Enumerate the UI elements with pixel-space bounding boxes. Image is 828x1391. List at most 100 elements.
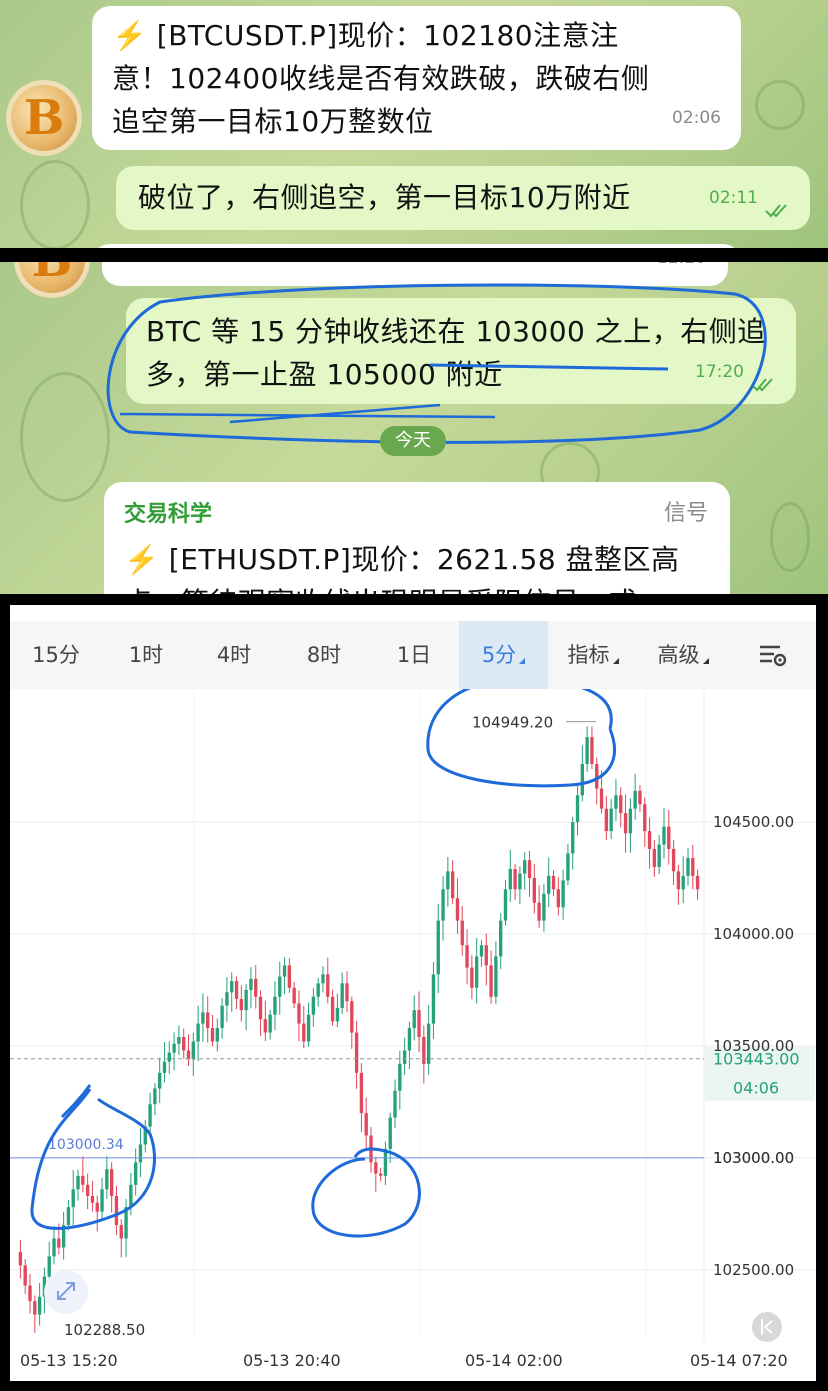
y-tick-label: 104500.00	[713, 813, 794, 831]
candle-body	[109, 1169, 114, 1196]
dropdown-caret-icon	[612, 658, 619, 664]
candle-body	[148, 1104, 152, 1127]
message-text-line: 意！102400收线是否有效跌破，跌破右侧	[112, 62, 650, 95]
candle-body	[129, 1184, 133, 1208]
candle-body	[494, 956, 498, 997]
candle-countdown: 04:06	[733, 1079, 779, 1098]
candle-body	[479, 945, 484, 957]
advanced-dropdown[interactable]: 高级	[638, 621, 728, 689]
candle-body	[551, 875, 556, 890]
candle-body	[465, 945, 469, 968]
candle-body	[177, 1037, 181, 1044]
message-text: 破位了，右侧追空，第一目标10万附近	[138, 181, 631, 214]
wallpaper-doodle	[20, 160, 90, 248]
chart-settings-icon[interactable]	[758, 641, 788, 669]
candle-body	[302, 1023, 306, 1042]
candle-body	[623, 813, 628, 834]
kline-chart-panel: 15分 1时 4时 8时 1日 5分 指标 高级 103000.34 103443…	[10, 605, 816, 1381]
candle-body	[321, 974, 325, 984]
candle-body	[282, 965, 287, 977]
candle-body	[441, 889, 445, 921]
bitcoin-icon: B	[23, 90, 65, 146]
candle-body	[263, 1019, 268, 1033]
date-divider-chip: 今天	[380, 426, 446, 456]
candle-body	[537, 902, 541, 921]
candle-body	[206, 1012, 210, 1029]
candle-body	[455, 898, 460, 921]
tab-15m[interactable]: 15分	[10, 621, 102, 689]
tab-5m[interactable]: 5分	[459, 621, 548, 689]
tab-1h[interactable]: 1时	[102, 621, 190, 689]
candle-body	[652, 848, 657, 867]
candle-body	[359, 1072, 364, 1114]
tab-4h[interactable]: 4时	[190, 621, 278, 689]
indicators-dropdown[interactable]: 指标	[548, 621, 638, 689]
candle-body	[513, 869, 517, 890]
candle-body	[503, 889, 508, 921]
circle-annotation	[311, 1147, 421, 1238]
candle-body	[326, 974, 330, 997]
candle-body	[354, 1032, 359, 1073]
candle-body	[273, 996, 277, 1015]
candle-body	[422, 1037, 426, 1064]
candle-body	[638, 790, 642, 805]
candle-body	[66, 1207, 71, 1226]
outgoing-message[interactable]: 破位了，右侧追空，第一目标10万附近 02:11	[116, 166, 810, 230]
candle-body	[508, 869, 512, 890]
candle-body	[23, 1265, 27, 1286]
hand-drawn-annotations	[30, 689, 616, 1238]
candle-body	[633, 790, 637, 809]
candle-body	[374, 1162, 378, 1174]
candle-body	[57, 1238, 61, 1248]
candle-body	[114, 1195, 119, 1226]
candle-body	[575, 795, 580, 823]
candle-body	[244, 990, 248, 1011]
candle-body	[662, 826, 666, 845]
candle-body	[81, 1175, 85, 1185]
message-text-line: 追空第一目标10万整数位	[112, 105, 434, 138]
candle-body	[609, 808, 613, 832]
candle-body	[580, 763, 585, 796]
candle-body	[676, 871, 681, 890]
candle-body	[71, 1189, 75, 1208]
candle-body	[138, 1144, 143, 1163]
tab-1d[interactable]: 1日	[370, 621, 458, 689]
candlestick-chart[interactable]: 103000.34103443.0004:06104949.20102288.5…	[10, 689, 816, 1381]
candle-body	[28, 1285, 32, 1302]
candle-body	[566, 853, 570, 881]
candle-body	[417, 1010, 421, 1038]
candle-body	[484, 945, 488, 966]
channel-avatar[interactable]: B	[6, 80, 82, 156]
candle-body	[249, 978, 253, 991]
candle-body	[407, 1028, 412, 1051]
candle-body	[119, 1225, 123, 1239]
candle-body	[489, 965, 493, 997]
candle-body	[18, 1251, 23, 1266]
candle-body	[330, 996, 335, 1022]
candle-body	[167, 1052, 171, 1062]
candle-body	[470, 967, 474, 988]
candle-body	[383, 1148, 388, 1176]
candle-body	[604, 808, 609, 832]
candle-body	[474, 956, 479, 988]
tab-8h[interactable]: 8时	[278, 621, 370, 689]
candle-body	[426, 1023, 431, 1064]
candle-body	[619, 795, 623, 814]
incoming-message[interactable]: ⚡️ [BTCUSDT.P]现价：102180注意注 意！102400收线是否有…	[92, 6, 741, 150]
stroke-annotation	[60, 1084, 92, 1119]
y-tick-label: 103500.00	[713, 1037, 794, 1055]
candle-body	[398, 1063, 402, 1091]
candle-body	[402, 1050, 407, 1064]
candle-body	[599, 788, 604, 809]
candle-body	[518, 873, 522, 890]
candle-body	[460, 920, 464, 946]
candle-body	[306, 1014, 311, 1042]
candle-body	[162, 1061, 167, 1073]
candle-body	[561, 880, 565, 908]
candle-body	[76, 1175, 80, 1190]
candle-body	[628, 808, 633, 834]
candle-body	[643, 804, 647, 832]
candle-body	[215, 1028, 219, 1042]
y-tick-label: 103000.00	[713, 1149, 794, 1167]
candle-body	[657, 844, 661, 867]
